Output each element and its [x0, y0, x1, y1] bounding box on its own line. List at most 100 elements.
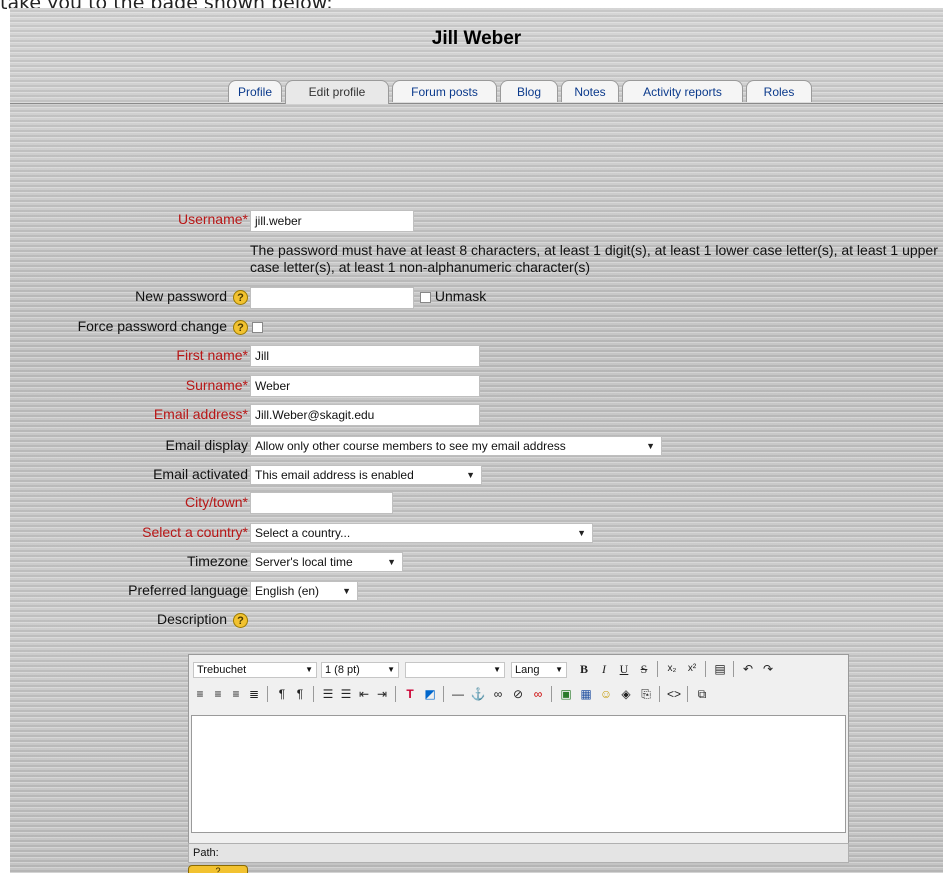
tab-notes[interactable]: Notes	[561, 80, 619, 102]
align-right-icon[interactable]: ≡	[227, 685, 245, 703]
editor-toolbar: Trebuchet ▼ 1 (8 pt) ▼ ▼ Lang ▼ B I U S …	[191, 657, 846, 707]
nolink-icon[interactable]: ∞	[529, 685, 547, 703]
email-display-value: Allow only other course members to see m…	[255, 439, 566, 453]
email-display-label: Email display	[165, 437, 248, 453]
country-label: Select a country*	[142, 524, 248, 540]
profile-edit-panel: Jill Weber Profile Edit profile Forum po…	[10, 8, 943, 873]
fullscreen-icon[interactable]: ⧉	[693, 685, 711, 703]
email-row: Email address* Jill.Weber@skagit.edu	[10, 404, 943, 428]
timezone-value: Server's local time	[255, 555, 353, 569]
tab-forum-posts[interactable]: Forum posts	[392, 80, 497, 102]
email-display-row: Email display Allow only other course me…	[10, 435, 943, 459]
background-color-icon[interactable]: ◩	[421, 685, 439, 703]
timezone-select[interactable]: Server's local time ▼	[250, 552, 403, 572]
language-row: Preferred language English (en) ▼	[10, 580, 943, 604]
new-password-row: New password? Unmask	[10, 286, 943, 310]
smiley-icon[interactable]: ☺	[597, 685, 615, 703]
force-password-change-row: Force password change?	[10, 316, 943, 340]
search-replace-icon[interactable]: ⎘	[637, 685, 655, 703]
country-select[interactable]: Select a country... ▼	[250, 523, 593, 543]
clean-word-icon[interactable]: ▤	[711, 660, 729, 678]
paragraph-style-select[interactable]: ▼	[405, 662, 505, 678]
username-label: Username*	[177, 211, 248, 227]
toolbar-divider	[657, 661, 658, 677]
font-size-select[interactable]: 1 (8 pt) ▼	[321, 662, 399, 678]
email-activated-label: Email activated	[153, 466, 248, 482]
insert-image-icon[interactable]: ▣	[557, 685, 575, 703]
indent-icon[interactable]: ⇥	[373, 685, 391, 703]
toolbar-divider	[687, 686, 688, 702]
outdent-icon[interactable]: ⇤	[355, 685, 373, 703]
username-row: Username* jill.weber	[10, 209, 943, 233]
description-label: Description?	[157, 611, 248, 628]
editor-text-area[interactable]	[191, 715, 846, 833]
first-name-input[interactable]: Jill	[250, 345, 480, 367]
justify-icon[interactable]: ≣	[245, 685, 263, 703]
language-select-editor[interactable]: Lang ▼	[511, 662, 567, 678]
font-family-select[interactable]: Trebuchet ▼	[193, 662, 317, 678]
ordered-list-icon[interactable]: ☰	[319, 685, 337, 703]
tab-profile[interactable]: Profile	[228, 80, 282, 102]
chevron-down-icon: ▼	[646, 441, 655, 451]
horizontal-rule-icon[interactable]: —	[449, 685, 467, 703]
tab-roles[interactable]: Roles	[746, 80, 812, 102]
anchor-icon[interactable]: ⚓	[469, 685, 487, 703]
toolbar-divider	[267, 686, 268, 702]
city-input[interactable]	[250, 492, 393, 514]
new-password-input[interactable]	[250, 287, 414, 309]
city-label: City/town*	[184, 494, 248, 510]
surname-input[interactable]: Weber	[250, 375, 480, 397]
ltr-icon[interactable]: ¶	[273, 685, 291, 703]
tab-baseline	[10, 103, 943, 104]
toolbar-divider	[551, 686, 552, 702]
email-display-select[interactable]: Allow only other course members to see m…	[250, 436, 662, 456]
unlink-icon[interactable]: ⊘	[509, 685, 527, 703]
superscript-icon[interactable]: x²	[683, 660, 701, 678]
username-input[interactable]: jill.weber	[250, 210, 414, 232]
bold-icon[interactable]: B	[575, 660, 593, 678]
email-input[interactable]: Jill.Weber@skagit.edu	[250, 404, 480, 426]
email-activated-select[interactable]: This email address is enabled ▼	[250, 465, 482, 485]
help-icon[interactable]: ?	[233, 612, 248, 628]
align-left-icon[interactable]: ≡	[191, 685, 209, 703]
surname-label: Surname*	[185, 377, 248, 393]
tab-blog[interactable]: Blog	[500, 80, 558, 102]
language-select[interactable]: English (en) ▼	[250, 581, 358, 601]
html-source-icon[interactable]: <>	[665, 685, 683, 703]
text-color-icon[interactable]: T	[401, 685, 419, 703]
toolbar-divider	[733, 661, 734, 677]
force-password-change-checkbox[interactable]	[252, 322, 263, 333]
help-icon[interactable]: ?	[188, 865, 248, 873]
unordered-list-icon[interactable]: ☰	[337, 685, 355, 703]
help-icon[interactable]: ?	[233, 289, 248, 305]
help-icon[interactable]: ?	[233, 319, 248, 335]
redo-icon[interactable]: ↷	[759, 660, 777, 678]
unmask-option[interactable]: Unmask	[420, 288, 486, 304]
lang-value: Lang	[515, 664, 540, 676]
italic-icon[interactable]: I	[595, 660, 613, 678]
insert-table-icon[interactable]: ▦	[577, 685, 595, 703]
special-char-icon[interactable]: ◈	[617, 685, 635, 703]
align-center-icon[interactable]: ≡	[209, 685, 227, 703]
toolbar-divider	[313, 686, 314, 702]
strikethrough-icon[interactable]: S	[635, 660, 653, 678]
subscript-icon[interactable]: x₂	[663, 660, 681, 678]
rtl-icon[interactable]: ¶	[291, 685, 309, 703]
chevron-down-icon: ▼	[555, 665, 563, 674]
new-password-label: New password?	[135, 288, 248, 305]
page-title: Jill Weber	[431, 28, 522, 49]
underline-icon[interactable]: U	[615, 660, 633, 678]
tab-edit-profile[interactable]: Edit profile	[285, 80, 389, 104]
chevron-down-icon: ▼	[387, 557, 396, 567]
help-glyph: ?	[215, 866, 221, 873]
password-requirements-note: The password must have at least 8 charac…	[250, 242, 938, 275]
unmask-checkbox[interactable]	[420, 291, 431, 303]
email-activated-row: Email activated This email address is en…	[10, 464, 943, 488]
city-row: City/town*	[10, 492, 943, 516]
tab-activity-reports[interactable]: Activity reports	[622, 80, 743, 102]
surname-row: Surname* Weber	[10, 375, 943, 399]
country-value: Select a country...	[255, 526, 351, 540]
undo-icon[interactable]: ↶	[739, 660, 757, 678]
link-icon[interactable]: ∞	[489, 685, 507, 703]
chevron-down-icon: ▼	[493, 665, 501, 674]
